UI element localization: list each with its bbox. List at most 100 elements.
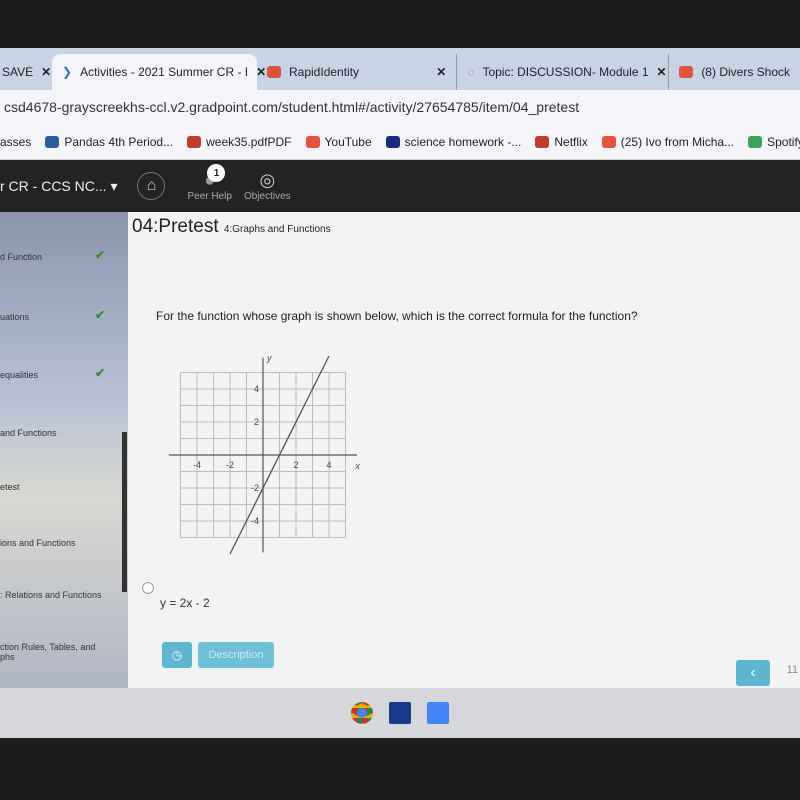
gradpoint-icon: ❯: [62, 65, 73, 79]
notification-badge: 1: [207, 164, 226, 182]
bookmark-item[interactable]: Pandas 4th Period...: [45, 135, 173, 149]
sidebar-item-label: etest: [0, 482, 20, 492]
y-tick-label: -4: [251, 516, 259, 526]
x-tick-label: 4: [326, 460, 331, 470]
bookmark-label: Pandas 4th Period...: [64, 134, 174, 149]
course-nav: r CR - CCS NC... ▾ ⌂ ●1Peer Help ◎Object…: [0, 160, 800, 212]
x-tick-label: -4: [193, 460, 201, 470]
close-icon[interactable]: ✕: [436, 65, 446, 79]
nc-app-icon[interactable]: [389, 702, 411, 724]
sidebar-item-label: d Function: [0, 252, 43, 262]
sidebar-item[interactable]: etest: [0, 482, 128, 492]
page-title: 04:Pretest 4:Graphs and Functions: [132, 216, 331, 238]
sidebar-item-label: uations: [0, 312, 30, 322]
function-graph: -4 -2 2 4 4 2 -2 -4 x y: [168, 353, 360, 555]
close-icon[interactable]: ✕: [41, 65, 51, 79]
bookmark-label: week35.pdfPDF: [206, 134, 292, 149]
x-tick-label: -2: [226, 460, 234, 470]
y-axis-label: y: [266, 353, 272, 363]
screen: SAVE ✕ ❯ Activities - 2021 Summer CR - I ✕ …: [0, 48, 800, 738]
sidebar-item[interactable]: ions and Functions: [0, 538, 128, 548]
title-text: 04:Pretest: [132, 216, 219, 237]
sidebar-item-label: : Relations and Functions: [0, 590, 102, 600]
tab-label: (8) Divers Shock: [701, 65, 790, 79]
bookmark-item[interactable]: asses: [0, 135, 31, 149]
youtube-icon: [601, 135, 616, 148]
clock-button[interactable]: ◷: [162, 642, 192, 668]
previous-button[interactable]: ‹: [736, 660, 770, 686]
person-icon: [45, 135, 60, 148]
tab-save[interactable]: SAVE ✕: [0, 54, 52, 90]
tab-strip: SAVE ✕ ❯ Activities - 2021 Summer CR - I ✕ …: [0, 48, 800, 90]
check-icon: ✔: [95, 308, 106, 322]
bookmark-label: (25) Ivo from Micha...: [620, 134, 735, 149]
address-bar[interactable]: csd4678-grayscreekhs-ccl.v2.gradpoint.co…: [0, 90, 800, 124]
bookmark-label: YouTube: [324, 134, 372, 149]
lesson-sidebar: d Function ✔ uations ✔ equalities ✔ and Functi…: [0, 212, 128, 688]
tab-discussion[interactable]: ◌ Topic: DISCUSSION- Module 1 ✕: [456, 54, 668, 90]
answer-text: y = 2x - 2: [160, 596, 210, 610]
sidebar-item[interactable]: and Functions: [0, 428, 128, 438]
peer-help-label: Peer Help: [187, 191, 232, 202]
sidebar-item-label: equalities: [0, 370, 39, 380]
bookmark-item[interactable]: YouTube: [305, 134, 372, 149]
tab-activities[interactable]: ❯ Activities - 2021 Summer CR - I ✕: [52, 54, 266, 90]
question-text: For the function whose graph is shown be…: [156, 309, 638, 323]
tab-label: Activities - 2021 Summer CR - I: [80, 65, 249, 79]
sidebar-item-label: phs: [0, 652, 15, 662]
peer-help-button[interactable]: ●1Peer Help: [187, 164, 232, 202]
sidebar-item[interactable]: : Relations and Functions: [0, 590, 128, 600]
tab-rapididentity[interactable]: RapidIdentity ✕: [257, 54, 456, 90]
bookmark-item[interactable]: Spotify -: [748, 135, 800, 149]
bookmark-item[interactable]: week35.pdfPDF: [187, 134, 292, 149]
sidebar-item[interactable]: ction Rules, Tables, and phs: [0, 642, 128, 662]
y-tick-label: 2: [254, 417, 259, 427]
youtube-icon: [305, 135, 320, 148]
netflix-icon: [535, 135, 550, 148]
y-tick-label: -2: [251, 483, 259, 493]
bookmark-label: Netflix: [554, 134, 588, 149]
sidebar-item[interactable]: d Function ✔: [0, 248, 128, 262]
sidebar-item-label: ions and Functions: [0, 538, 76, 548]
docs-icon[interactable]: [427, 702, 449, 724]
tab-label: Topic: DISCUSSION- Module 1: [482, 65, 649, 79]
sidebar-item-label: ction Rules, Tables, and: [0, 642, 96, 652]
home-button[interactable]: ⌂: [137, 172, 166, 200]
chevron-left-icon: ‹: [750, 664, 756, 681]
taskbar: [0, 688, 800, 738]
canvas-icon: ◌: [467, 65, 475, 79]
page-number: 11: [786, 664, 798, 676]
sidebar-item-label: and Functions: [0, 428, 57, 438]
sidebar-item[interactable]: uations ✔: [0, 308, 128, 322]
bookmark-item[interactable]: (25) Ivo from Micha...: [601, 134, 735, 149]
sidebar-item[interactable]: equalities ✔: [0, 366, 128, 380]
main-content: 04:Pretest 4:Graphs and Functions For th…: [128, 212, 800, 688]
description-button[interactable]: Description: [198, 642, 274, 668]
sidebar-scrollbar[interactable]: [122, 432, 127, 592]
answer-radio[interactable]: [142, 582, 154, 594]
bookmark-label: asses: [0, 134, 32, 149]
clock-icon: ◷: [171, 648, 183, 662]
tab-divers[interactable]: (8) Divers Shock: [668, 54, 800, 90]
chrome-icon[interactable]: [351, 702, 373, 724]
subtitle: 4:Graphs and Functions: [223, 224, 331, 235]
bookmark-label: science homework -...: [404, 134, 522, 149]
course-dropdown[interactable]: r CR - CCS NC... ▾: [0, 178, 127, 195]
url-text: csd4678-grayscreekhs-ccl.v2.gradpoint.co…: [4, 99, 580, 115]
rapididentity-icon: [267, 66, 281, 78]
target-icon: ◎: [259, 170, 276, 190]
objectives-label: Objectives: [243, 191, 291, 202]
shield-icon: [385, 135, 400, 148]
close-icon[interactable]: ✕: [657, 65, 667, 79]
bookmark-item[interactable]: science homework -...: [385, 134, 522, 149]
x-tick-label: 2: [293, 460, 298, 470]
tab-label: RapidIdentity: [289, 65, 360, 79]
x-axis-label: x: [354, 461, 360, 471]
pdf-icon: [187, 135, 202, 148]
y-tick-label: 4: [254, 384, 259, 394]
objectives-button[interactable]: ◎ Objectives: [244, 170, 291, 202]
course-name: r CR - CCS NC...: [0, 177, 107, 194]
tab-label: SAVE: [2, 65, 34, 79]
spotify-icon: [748, 135, 763, 148]
bookmark-item[interactable]: Netflix: [535, 134, 588, 149]
